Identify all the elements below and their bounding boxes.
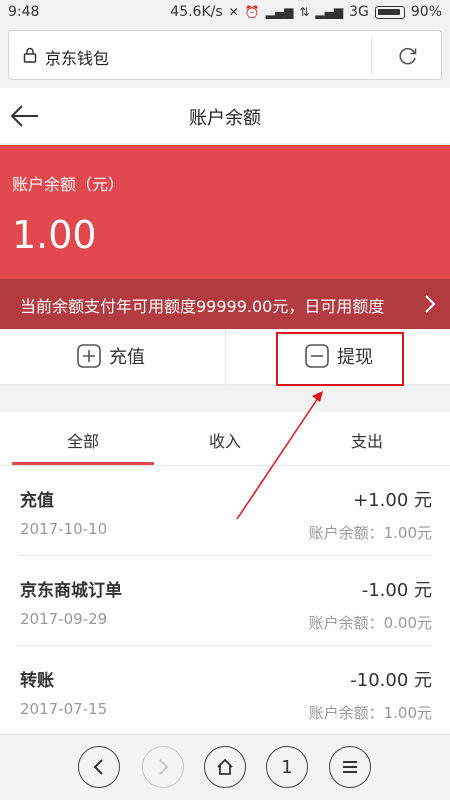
action-separator (225, 329, 226, 385)
battery-icon (374, 5, 405, 19)
menu-icon (343, 761, 357, 773)
nav-menu-button[interactable] (329, 746, 371, 788)
browser-url-bar[interactable]: 京东钱包 (8, 30, 442, 80)
status-time: 9:48 (8, 4, 40, 20)
tab-expense[interactable]: 支出 (292, 428, 442, 452)
tab-income[interactable]: 收入 (150, 428, 300, 452)
list-item[interactable]: 充值 2017-10-10 +1.00 元 账户余额：1.00元 (0, 466, 450, 556)
balance-card: 账户余额（元） 1.00 (0, 145, 450, 279)
battery-percent: 90% (410, 4, 442, 20)
balance-amount: 1.00 (12, 213, 97, 257)
transaction-name: 充值 (20, 491, 54, 511)
transaction-date: 2017-07-15 (20, 700, 108, 718)
list-item[interactable]: 转账 2017-07-15 -10.00 元 账户余额：1.00元 (0, 646, 450, 734)
signal-icon: ▂▄▆ (265, 5, 294, 19)
page-title: 账户余额 (189, 108, 261, 129)
recharge-button[interactable]: 充值 (77, 343, 145, 369)
plus-box-icon (77, 344, 101, 368)
browser-bottom-nav: 1 (0, 734, 450, 800)
tab-all[interactable]: 全部 (8, 428, 158, 452)
nav-tabs-button[interactable]: 1 (266, 746, 308, 788)
reload-icon[interactable] (397, 45, 419, 67)
transaction-name: 转账 (20, 671, 54, 691)
annotation-highlight-box (276, 332, 404, 386)
list-item[interactable]: 京东商城订单 2017-09-29 -1.00 元 账户余额：0.00元 (0, 556, 450, 646)
transaction-amount: -10.00 元 (350, 670, 432, 691)
chevron-right-icon (425, 295, 436, 313)
mute-icon: ✕ (228, 5, 239, 19)
transaction-balance: 账户余额：0.00元 (308, 614, 432, 632)
transaction-balance: 账户余额：1.00元 (308, 524, 432, 542)
recharge-label: 充值 (109, 347, 145, 368)
transaction-amount: -1.00 元 (361, 580, 432, 601)
tab-count: 1 (281, 756, 293, 778)
status-indicators: 45.6K/s ✕ ⏰ ▂▄▆ ⇅ ▂▄▆ 3G 90% (170, 4, 442, 20)
transaction-name: 京东商城订单 (20, 581, 122, 601)
lock-icon (23, 47, 37, 63)
network-speed: 45.6K/s (170, 4, 223, 20)
url-divider (371, 37, 372, 75)
transaction-balance: 账户余额：1.00元 (308, 704, 432, 722)
chevron-left-icon (93, 759, 103, 775)
network-type: 3G (349, 4, 369, 20)
nav-forward-button[interactable] (142, 746, 184, 788)
chevron-right-icon (159, 759, 169, 775)
transaction-amount: +1.00 元 (353, 490, 432, 511)
data-transfer-icon: ⇅ (299, 5, 310, 19)
status-bar: 9:48 45.6K/s ✕ ⏰ ▂▄▆ ⇅ ▂▄▆ 3G 90% (0, 0, 450, 26)
url-title[interactable]: 京东钱包 (45, 45, 109, 69)
page-header: 账户余额 (0, 88, 450, 144)
home-icon (217, 758, 233, 775)
alarm-icon: ⏰ (244, 5, 260, 19)
nav-back-button[interactable] (78, 746, 120, 788)
signal-icon-2: ▂▄▆ (315, 5, 344, 19)
limit-notice-text: 当前余额支付年可用额度99999.00元，日可用额度 (20, 297, 385, 316)
section-gap (0, 386, 450, 412)
transaction-date: 2017-10-10 (20, 520, 108, 538)
transaction-list: 充值 2017-10-10 +1.00 元 账户余额：1.00元 京东商城订单 … (0, 466, 450, 734)
nav-home-button[interactable] (204, 746, 246, 788)
active-tab-indicator (12, 462, 154, 465)
limit-notice[interactable]: 当前余额支付年可用额度99999.00元，日可用额度 (0, 279, 450, 329)
balance-label: 账户余额（元） (12, 175, 125, 194)
transaction-date: 2017-09-29 (20, 610, 108, 628)
transaction-tabs: 全部 收入 支出 (0, 412, 450, 466)
